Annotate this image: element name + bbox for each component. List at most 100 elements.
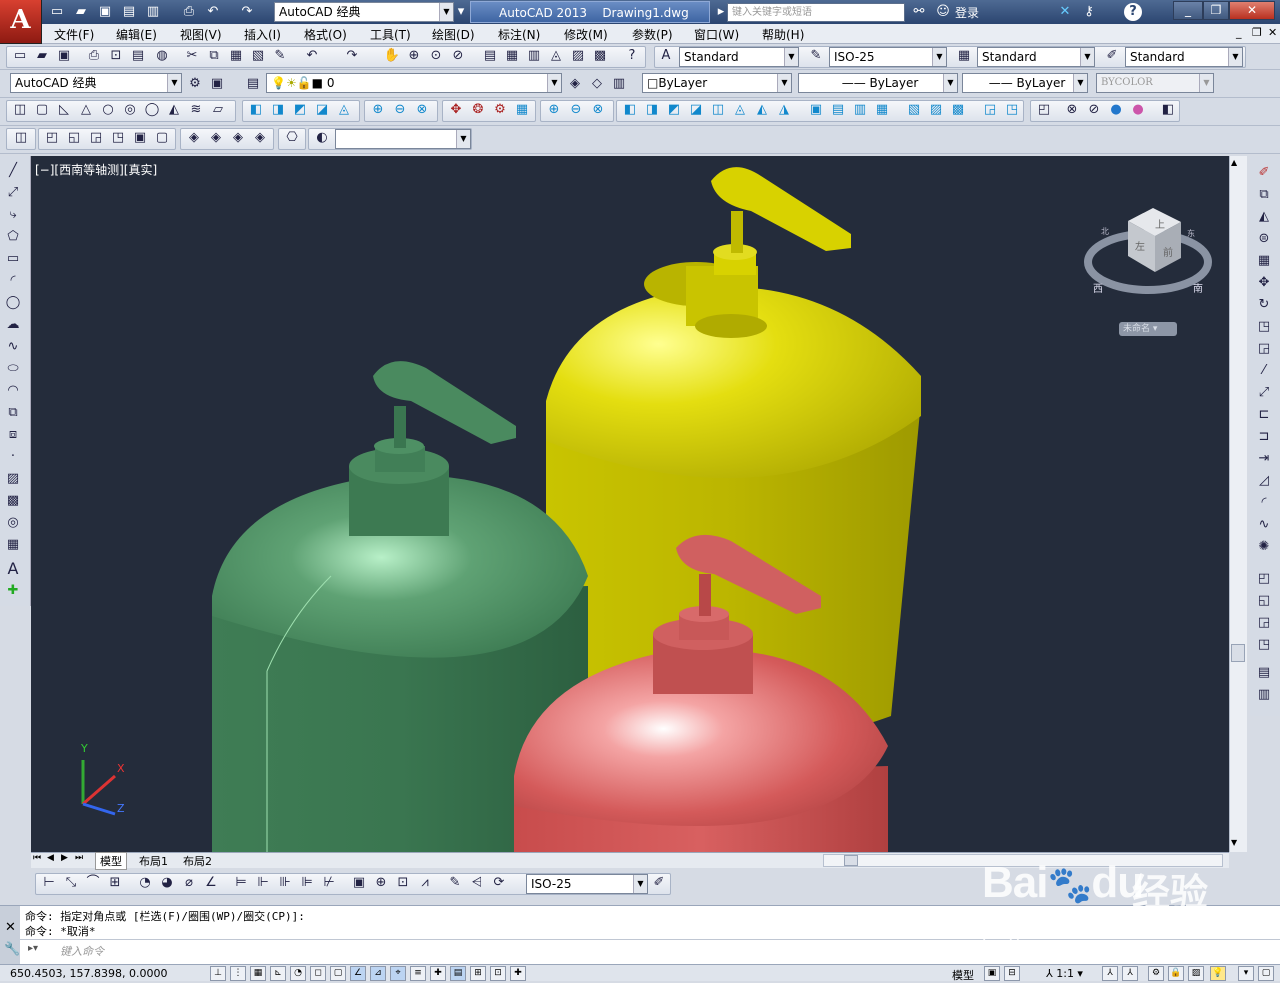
scale-icon[interactable]: ◳ bbox=[1255, 318, 1273, 336]
menu-draw[interactable]: 绘图(D) bbox=[432, 26, 475, 43]
close-button[interactable]: ✕ bbox=[1229, 1, 1275, 20]
mirror-icon[interactable]: ◭ bbox=[1255, 208, 1273, 226]
viewcube-top[interactable]: 上 bbox=[1155, 216, 1165, 231]
radius-dim-icon[interactable]: ◔ bbox=[136, 874, 154, 892]
realistic-icon[interactable]: ● bbox=[1107, 101, 1125, 119]
dynamic-input-icon[interactable]: ⌖ bbox=[390, 966, 406, 981]
vertical-scrollbar[interactable]: ▲ ▼ bbox=[1229, 156, 1247, 852]
rectangle-icon[interactable]: ▭ bbox=[4, 250, 22, 268]
drawing-viewport[interactable]: [−][西南等轴测][真实] 上 左 前 西 南 北 东 未命名 ▾ Y X Z bbox=[31, 156, 1229, 852]
arc-icon[interactable]: ◜ bbox=[4, 272, 22, 290]
front-view-icon[interactable]: ▣ bbox=[131, 129, 149, 147]
scroll-down-icon[interactable]: ▼ bbox=[1231, 838, 1237, 847]
clean-screen-icon[interactable]: ▢ bbox=[1258, 966, 1274, 981]
join-icon[interactable]: ⇥ bbox=[1255, 450, 1273, 468]
ordinate-dim-icon[interactable]: ⊞ bbox=[106, 874, 124, 892]
explode-icon[interactable]: ✺ bbox=[1255, 538, 1273, 556]
conceptual-icon[interactable]: ● bbox=[1129, 101, 1147, 119]
dim-edit-icon[interactable]: ✎ bbox=[446, 874, 464, 892]
subtract-icon[interactable]: ⊖ bbox=[391, 101, 409, 119]
torus-icon[interactable]: ◯ bbox=[143, 101, 161, 119]
compass-west[interactable]: 西 bbox=[1093, 280, 1103, 295]
revision-cloud-icon[interactable]: ☁ bbox=[4, 316, 22, 334]
3d-dwf-icon[interactable]: ◍ bbox=[153, 47, 171, 65]
subscription-icon[interactable]: ⚷ bbox=[1080, 3, 1098, 21]
3d-array-icon[interactable]: ▦ bbox=[513, 101, 531, 119]
color-edges-icon[interactable]: ▤ bbox=[829, 101, 847, 119]
union-edit-icon[interactable]: ⊕ bbox=[545, 101, 563, 119]
zoom-realtime-icon[interactable]: ⊕ bbox=[405, 47, 423, 65]
annotative-front-icon[interactable]: ▥ bbox=[1255, 686, 1273, 704]
hscroll-thumb[interactable] bbox=[844, 855, 858, 866]
draworder-under-icon[interactable]: ◳ bbox=[1255, 636, 1273, 654]
color-select[interactable]: □ByLayer ▼ bbox=[642, 73, 792, 93]
right-view-icon[interactable]: ◳ bbox=[109, 129, 127, 147]
table-style-icon[interactable]: ▦ bbox=[955, 47, 973, 65]
delete-faces-icon[interactable]: ◪ bbox=[687, 101, 705, 119]
text-front-icon[interactable]: ▤ bbox=[1255, 664, 1273, 682]
sheet-set-icon[interactable]: ◬ bbox=[547, 47, 565, 65]
workspace-toggle-icon[interactable]: ▣ bbox=[208, 75, 226, 93]
loft-icon[interactable]: ◬ bbox=[335, 101, 353, 119]
view-manager-icon[interactable]: ◐ bbox=[313, 129, 331, 147]
make-block-icon[interactable]: ⧈ bbox=[4, 426, 22, 444]
view-select[interactable]: ▼ bbox=[335, 129, 471, 149]
undo-icon[interactable]: ↶ bbox=[303, 47, 321, 65]
add-icon[interactable]: ✚ bbox=[510, 966, 526, 981]
baseline-dim-icon[interactable]: ⊩ bbox=[254, 874, 272, 892]
doc-close-icon[interactable]: ✕ bbox=[1268, 26, 1277, 39]
object-snap-icon[interactable]: ◻ bbox=[310, 966, 326, 981]
publish-icon[interactable]: ▥ bbox=[144, 3, 162, 21]
tab-next-icon[interactable]: ▶ bbox=[61, 853, 68, 863]
tab-model[interactable]: 模型 bbox=[95, 852, 127, 870]
separate-icon[interactable]: ▧ bbox=[905, 101, 923, 119]
shell-icon[interactable]: ▨ bbox=[927, 101, 945, 119]
menu-format[interactable]: 格式(O) bbox=[304, 26, 347, 43]
3d-object-snap-icon[interactable]: ▢ bbox=[330, 966, 346, 981]
layer-previous-icon[interactable]: ◇ bbox=[588, 75, 606, 93]
save-icon[interactable]: ▣ bbox=[96, 3, 114, 21]
lineweight-select[interactable]: —— ByLayer ▼ bbox=[962, 73, 1088, 93]
restore-button[interactable]: ❐ bbox=[1203, 1, 1229, 20]
table-icon[interactable]: ▦ bbox=[4, 536, 22, 554]
save-icon[interactable]: ▣ bbox=[55, 47, 73, 65]
match-properties-icon[interactable]: ▧ bbox=[249, 47, 267, 65]
scroll-thumb[interactable] bbox=[1231, 644, 1245, 662]
plot-style-select[interactable]: BYCOLOR ▼ bbox=[1096, 73, 1214, 93]
2d-wireframe-icon[interactable]: ◰ bbox=[1035, 101, 1053, 119]
copy-faces-icon[interactable]: ◭ bbox=[753, 101, 771, 119]
plot-icon[interactable]: ⎙ bbox=[180, 3, 198, 21]
menu-tools[interactable]: 工具(T) bbox=[370, 26, 411, 43]
binoculars-icon[interactable]: ⚯ bbox=[910, 3, 928, 21]
3d-hidden-icon[interactable]: ⊘ bbox=[1085, 101, 1103, 119]
compass-north[interactable]: 北 bbox=[1101, 226, 1109, 237]
continue-dim-icon[interactable]: ⊪ bbox=[276, 874, 294, 892]
menu-insert[interactable]: 插入(I) bbox=[244, 26, 281, 43]
zoom-window-icon[interactable]: ⊙ bbox=[427, 47, 445, 65]
imprint-icon[interactable]: ▥ bbox=[851, 101, 869, 119]
arc-length-icon[interactable]: ⌒ bbox=[84, 874, 102, 892]
compass-south[interactable]: 南 bbox=[1193, 280, 1203, 295]
plot-preview-icon[interactable]: ⊡ bbox=[107, 47, 125, 65]
help-icon[interactable]: ? bbox=[623, 47, 641, 65]
3d-align-icon[interactable]: ⚙ bbox=[491, 101, 509, 119]
planar-surface-icon[interactable]: ▱ bbox=[209, 101, 227, 119]
menu-parametric[interactable]: 参数(P) bbox=[632, 26, 673, 43]
dim-break-icon[interactable]: ⊬ bbox=[320, 874, 338, 892]
zoom-previous-icon[interactable]: ⊘ bbox=[449, 47, 467, 65]
color-faces-icon[interactable]: ◮ bbox=[775, 101, 793, 119]
subtract-edit-icon[interactable]: ⊖ bbox=[567, 101, 585, 119]
pan-icon[interactable]: ✋ bbox=[383, 47, 401, 65]
save-as-icon[interactable]: ▤ bbox=[120, 3, 138, 21]
dim-update-icon[interactable]: ⟳ bbox=[490, 874, 508, 892]
clean-icon[interactable]: ▦ bbox=[873, 101, 891, 119]
point-icon[interactable]: · bbox=[4, 448, 22, 466]
workspace-settings-icon[interactable]: ⚙ bbox=[186, 75, 204, 93]
slice-icon[interactable]: ◲ bbox=[981, 101, 999, 119]
top-view-icon[interactable]: ◰ bbox=[43, 129, 61, 147]
calculator-icon[interactable]: ▩ bbox=[591, 47, 609, 65]
array-icon[interactable]: ▦ bbox=[1255, 252, 1273, 270]
layout-view-icon[interactable]: ▣ bbox=[984, 966, 1000, 981]
3d-move-icon[interactable]: ✥ bbox=[447, 101, 465, 119]
open-icon[interactable]: ▰ bbox=[72, 3, 90, 21]
